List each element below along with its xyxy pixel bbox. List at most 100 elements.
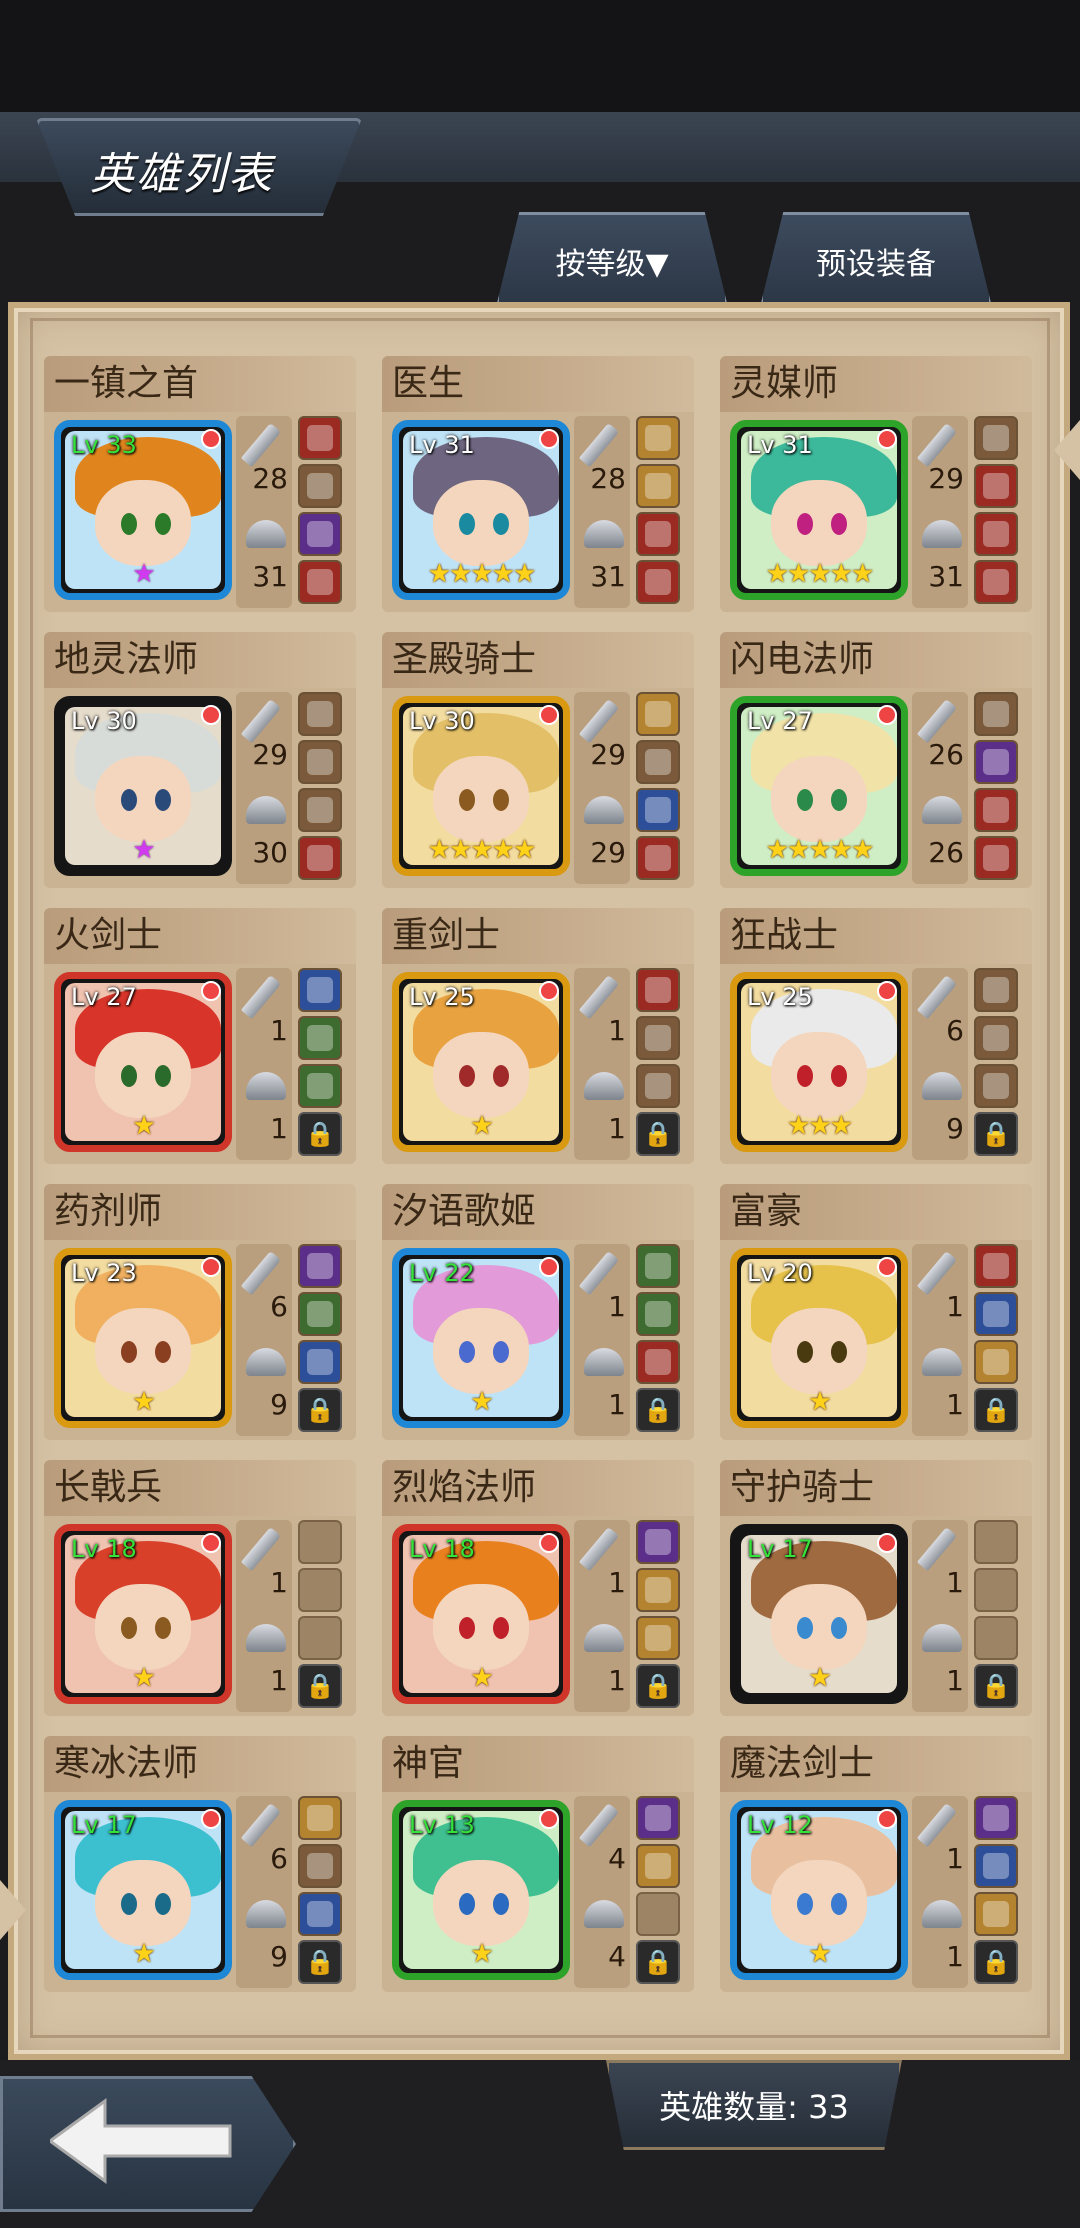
hero-portrait[interactable]: Lv 25 ★★★	[730, 972, 908, 1152]
equipment-item-icon[interactable]	[298, 1340, 342, 1384]
hero-card[interactable]: 神官 Lv 13 ★ 4 4 🔒	[382, 1736, 694, 1998]
equipment-item-icon[interactable]	[974, 1244, 1018, 1288]
hero-card[interactable]: 狂战士 Lv 25 ★★★ 6 9 🔒	[720, 908, 1032, 1170]
equipment-item-icon[interactable]	[298, 1844, 342, 1888]
equipment-item-icon[interactable]	[636, 1616, 680, 1660]
hero-portrait[interactable]: Lv 27 ★	[54, 972, 232, 1152]
equipment-item-icon[interactable]	[636, 464, 680, 508]
equipment-item-icon[interactable]	[298, 416, 342, 460]
empty-equipment-slot[interactable]	[974, 1616, 1018, 1660]
equipment-item-icon[interactable]	[636, 1796, 680, 1840]
hero-portrait[interactable]: Lv 27 ★★★★★	[730, 696, 908, 876]
equipment-item-icon[interactable]	[636, 1568, 680, 1612]
equipment-item-icon[interactable]	[636, 1016, 680, 1060]
equipment-item-icon[interactable]	[298, 560, 342, 604]
hero-card[interactable]: 长戟兵 Lv 18 ★ 1 1 🔒	[44, 1460, 356, 1722]
equipment-item-icon[interactable]	[974, 1844, 1018, 1888]
equipment-item-icon[interactable]	[974, 1892, 1018, 1936]
preset-equipment-button[interactable]: 预设装备	[760, 212, 992, 307]
equipment-item-icon[interactable]	[974, 512, 1018, 556]
hero-card[interactable]: 魔法剑士 Lv 12 ★ 1 1 🔒	[720, 1736, 1032, 1998]
hero-portrait[interactable]: Lv 31 ★★★★★	[392, 420, 570, 600]
sort-by-level-button[interactable]: 按等级▼	[496, 212, 728, 307]
hero-portrait[interactable]: Lv 31 ★★★★★	[730, 420, 908, 600]
equipment-item-icon[interactable]	[298, 968, 342, 1012]
equipment-item-icon[interactable]	[298, 1244, 342, 1288]
equipment-item-icon[interactable]	[636, 836, 680, 880]
equipment-item-icon[interactable]	[636, 512, 680, 556]
equipment-item-icon[interactable]	[298, 512, 342, 556]
hero-portrait[interactable]: Lv 17 ★	[54, 1800, 232, 1980]
equipment-item-icon[interactable]	[636, 1844, 680, 1888]
equipment-item-icon[interactable]	[974, 560, 1018, 604]
equipment-item-icon[interactable]	[298, 1292, 342, 1336]
equipment-item-icon[interactable]	[298, 740, 342, 784]
equipment-item-icon[interactable]	[636, 1292, 680, 1336]
empty-equipment-slot[interactable]	[298, 1568, 342, 1612]
hero-card[interactable]: 药剂师 Lv 23 ★ 6 9 🔒	[44, 1184, 356, 1446]
equipment-item-icon[interactable]	[298, 1796, 342, 1840]
hero-portrait[interactable]: Lv 18 ★	[392, 1524, 570, 1704]
equipment-item-icon[interactable]	[974, 464, 1018, 508]
hero-portrait[interactable]: Lv 18 ★	[54, 1524, 232, 1704]
hero-card-body: Lv 20 ★ 1 1 🔒	[720, 1240, 1032, 1440]
equipment-item-icon[interactable]	[974, 416, 1018, 460]
equipment-item-icon[interactable]	[298, 1892, 342, 1936]
empty-equipment-slot[interactable]	[298, 1520, 342, 1564]
empty-equipment-slot[interactable]	[298, 1616, 342, 1660]
equipment-item-icon[interactable]	[636, 740, 680, 784]
equipment-item-icon[interactable]	[974, 968, 1018, 1012]
equipment-item-icon[interactable]	[298, 464, 342, 508]
equipment-item-icon[interactable]	[974, 1064, 1018, 1108]
equipment-item-icon[interactable]	[636, 416, 680, 460]
equipment-item-icon[interactable]	[636, 1064, 680, 1108]
equipment-item-icon[interactable]	[298, 1064, 342, 1108]
hero-portrait[interactable]: Lv 20 ★	[730, 1248, 908, 1428]
empty-equipment-slot[interactable]	[974, 1520, 1018, 1564]
hero-card[interactable]: 烈焰法师 Lv 18 ★ 1 1 🔒	[382, 1460, 694, 1722]
hero-portrait[interactable]: Lv 30 ★★★★★	[392, 696, 570, 876]
hero-card[interactable]: 灵媒师 Lv 31 ★★★★★ 29 31	[720, 356, 1032, 618]
empty-equipment-slot[interactable]	[636, 1892, 680, 1936]
hero-card[interactable]: 汐语歌姬 Lv 22 ★ 1 1 🔒	[382, 1184, 694, 1446]
equipment-item-icon[interactable]	[974, 1016, 1018, 1060]
equipment-item-icon[interactable]	[974, 836, 1018, 880]
equipment-item-icon[interactable]	[974, 740, 1018, 784]
equipment-item-icon[interactable]	[636, 788, 680, 832]
hero-portrait[interactable]: Lv 17 ★	[730, 1524, 908, 1704]
hero-card[interactable]: 医生 Lv 31 ★★★★★ 28 31	[382, 356, 694, 618]
hero-card[interactable]: 重剑士 Lv 25 ★ 1 1 🔒	[382, 908, 694, 1170]
empty-equipment-slot[interactable]	[974, 1568, 1018, 1612]
equipment-item-icon[interactable]	[636, 560, 680, 604]
hero-portrait[interactable]: Lv 25 ★	[392, 972, 570, 1152]
equipment-item-icon[interactable]	[974, 692, 1018, 736]
hero-portrait[interactable]: Lv 22 ★	[392, 1248, 570, 1428]
equipment-item-icon[interactable]	[636, 1520, 680, 1564]
equipment-item-icon[interactable]	[298, 788, 342, 832]
equipment-item-icon[interactable]	[636, 1244, 680, 1288]
equipment-item-icon[interactable]	[974, 1796, 1018, 1840]
equipment-item-icon[interactable]	[298, 836, 342, 880]
hero-card[interactable]: 火剑士 Lv 27 ★ 1 1 🔒	[44, 908, 356, 1170]
hero-portrait[interactable]: Lv 13 ★	[392, 1800, 570, 1980]
equipment-item-icon[interactable]	[298, 1016, 342, 1060]
hero-portrait[interactable]: Lv 33 ★	[54, 420, 232, 600]
hero-portrait[interactable]: Lv 12 ★	[730, 1800, 908, 1980]
hero-card[interactable]: 守护骑士 Lv 17 ★ 1 1 🔒	[720, 1460, 1032, 1722]
hero-card[interactable]: 地灵法师 Lv 30 ★ 29 30	[44, 632, 356, 894]
hero-card[interactable]: 富豪 Lv 20 ★ 1 1 🔒	[720, 1184, 1032, 1446]
equipment-item-icon[interactable]	[636, 692, 680, 736]
hero-card[interactable]: 寒冰法师 Lv 17 ★ 6 9 🔒	[44, 1736, 356, 1998]
hero-card[interactable]: 闪电法师 Lv 27 ★★★★★ 26 26	[720, 632, 1032, 894]
equipment-item-icon[interactable]	[636, 1340, 680, 1384]
equipment-item-icon[interactable]	[974, 1292, 1018, 1336]
hero-card[interactable]: 一镇之首 Lv 33 ★ 28 31	[44, 356, 356, 618]
hero-portrait[interactable]: Lv 30 ★	[54, 696, 232, 876]
equipment-item-icon[interactable]	[974, 788, 1018, 832]
equipment-item-icon[interactable]	[298, 692, 342, 736]
equipment-item-icon[interactable]	[636, 968, 680, 1012]
equipment-item-icon[interactable]	[974, 1340, 1018, 1384]
sword-icon	[240, 1246, 284, 1296]
hero-portrait[interactable]: Lv 23 ★	[54, 1248, 232, 1428]
hero-card[interactable]: 圣殿骑士 Lv 30 ★★★★★ 29 29	[382, 632, 694, 894]
